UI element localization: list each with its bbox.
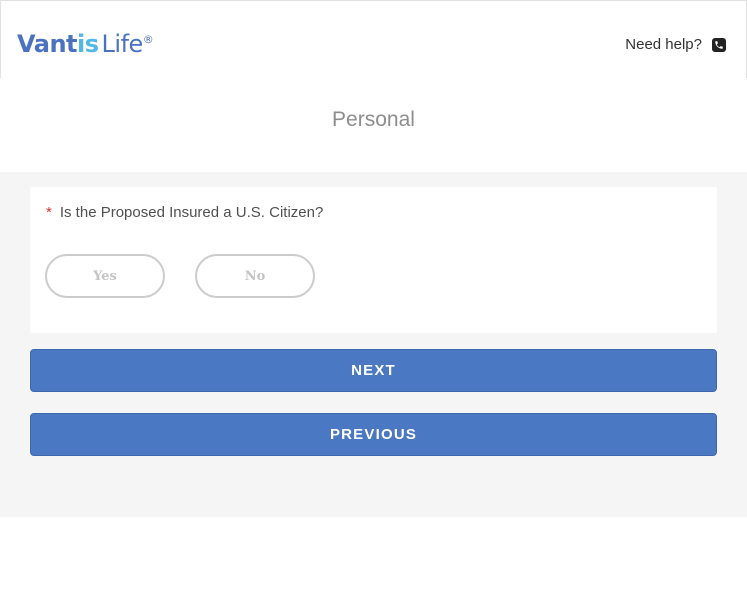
previous-button[interactable]: PREVIOUS <box>30 413 717 456</box>
no-button[interactable]: No <box>195 254 315 298</box>
form-area: * Is the Proposed Insured a U.S. Citizen?… <box>0 172 747 517</box>
title-area: Personal <box>0 78 747 172</box>
logo-text-is: is <box>77 30 99 58</box>
page-title: Personal <box>332 108 415 131</box>
logo-registered-mark: ® <box>142 33 154 46</box>
question-text: Is the Proposed Insured a U.S. Citizen? <box>59 204 324 221</box>
logo-text-vant: Vant <box>17 30 78 58</box>
question-card: * Is the Proposed Insured a U.S. Citizen?… <box>30 187 717 333</box>
next-button[interactable]: NEXT <box>30 349 717 392</box>
need-help-link[interactable]: Need help? <box>625 36 726 53</box>
vantis-life-logo[interactable]: Vantis Life® <box>17 25 154 59</box>
phone-icon[interactable] <box>712 37 726 52</box>
yes-button[interactable]: Yes <box>45 254 165 298</box>
required-asterisk: * <box>46 204 52 221</box>
need-help-label: Need help? <box>625 36 702 53</box>
citizenship-question: * Is the Proposed Insured a U.S. Citizen? <box>46 204 323 221</box>
logo-text-life: Life <box>101 30 144 58</box>
header: Vantis Life® Need help? <box>0 0 747 78</box>
